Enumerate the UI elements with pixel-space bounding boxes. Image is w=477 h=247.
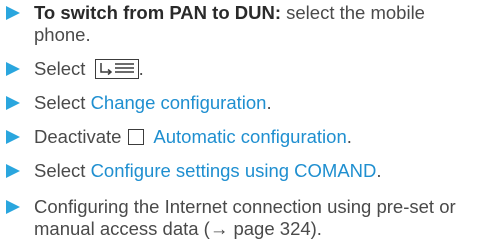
triangle-right-icon <box>6 6 20 20</box>
step-suffix: . <box>346 126 352 147</box>
step-text: Select Change configuration. <box>0 92 470 114</box>
triangle-right-icon <box>6 62 20 76</box>
step-bold-lead: To switch from PAN to DUN: <box>34 2 281 23</box>
triangle-right-icon <box>6 96 20 110</box>
step-internet-connection: Configuring the Internet connection usin… <box>0 196 470 240</box>
step-change-configuration: Select Change configuration. <box>0 92 470 114</box>
step-body: Configuring the Internet connection usin… <box>34 196 456 239</box>
triangle-right-icon <box>6 164 20 178</box>
menu-option-change-configuration: Change configuration <box>90 92 267 113</box>
step-text: Select . <box>0 58 470 80</box>
menu-option-automatic-configuration: Automatic configuration <box>153 126 347 147</box>
step-deactivate-automatic: Deactivate Automatic configuration. <box>0 126 470 148</box>
step-text: Select Configure settings using COMAND. <box>0 160 470 182</box>
triangle-right-icon <box>6 130 20 144</box>
step-suffix: . <box>138 58 144 79</box>
step-select-menu: Select . <box>0 58 470 80</box>
step-suffix: . <box>376 160 382 181</box>
step-suffix: . <box>266 92 272 113</box>
checkbox-unchecked-icon <box>128 129 145 145</box>
step-text: To switch from PAN to DUN: select the mo… <box>0 2 470 46</box>
step-prefix: Deactivate <box>34 126 122 147</box>
step-prefix: Select <box>34 58 91 79</box>
step-configure-settings: Select Configure settings using COMAND. <box>0 160 470 182</box>
step-switch-pan-dun: To switch from PAN to DUN: select the mo… <box>0 2 470 46</box>
instruction-list: To switch from PAN to DUN: select the mo… <box>0 0 477 247</box>
triangle-right-icon <box>6 200 20 214</box>
menu-option-configure-settings: Configure settings using COMAND <box>90 160 377 181</box>
menu-list-icon <box>94 59 139 79</box>
step-prefix: Select <box>34 92 91 113</box>
step-prefix: Select <box>34 160 91 181</box>
step-text: Deactivate Automatic configuration. <box>0 126 470 148</box>
